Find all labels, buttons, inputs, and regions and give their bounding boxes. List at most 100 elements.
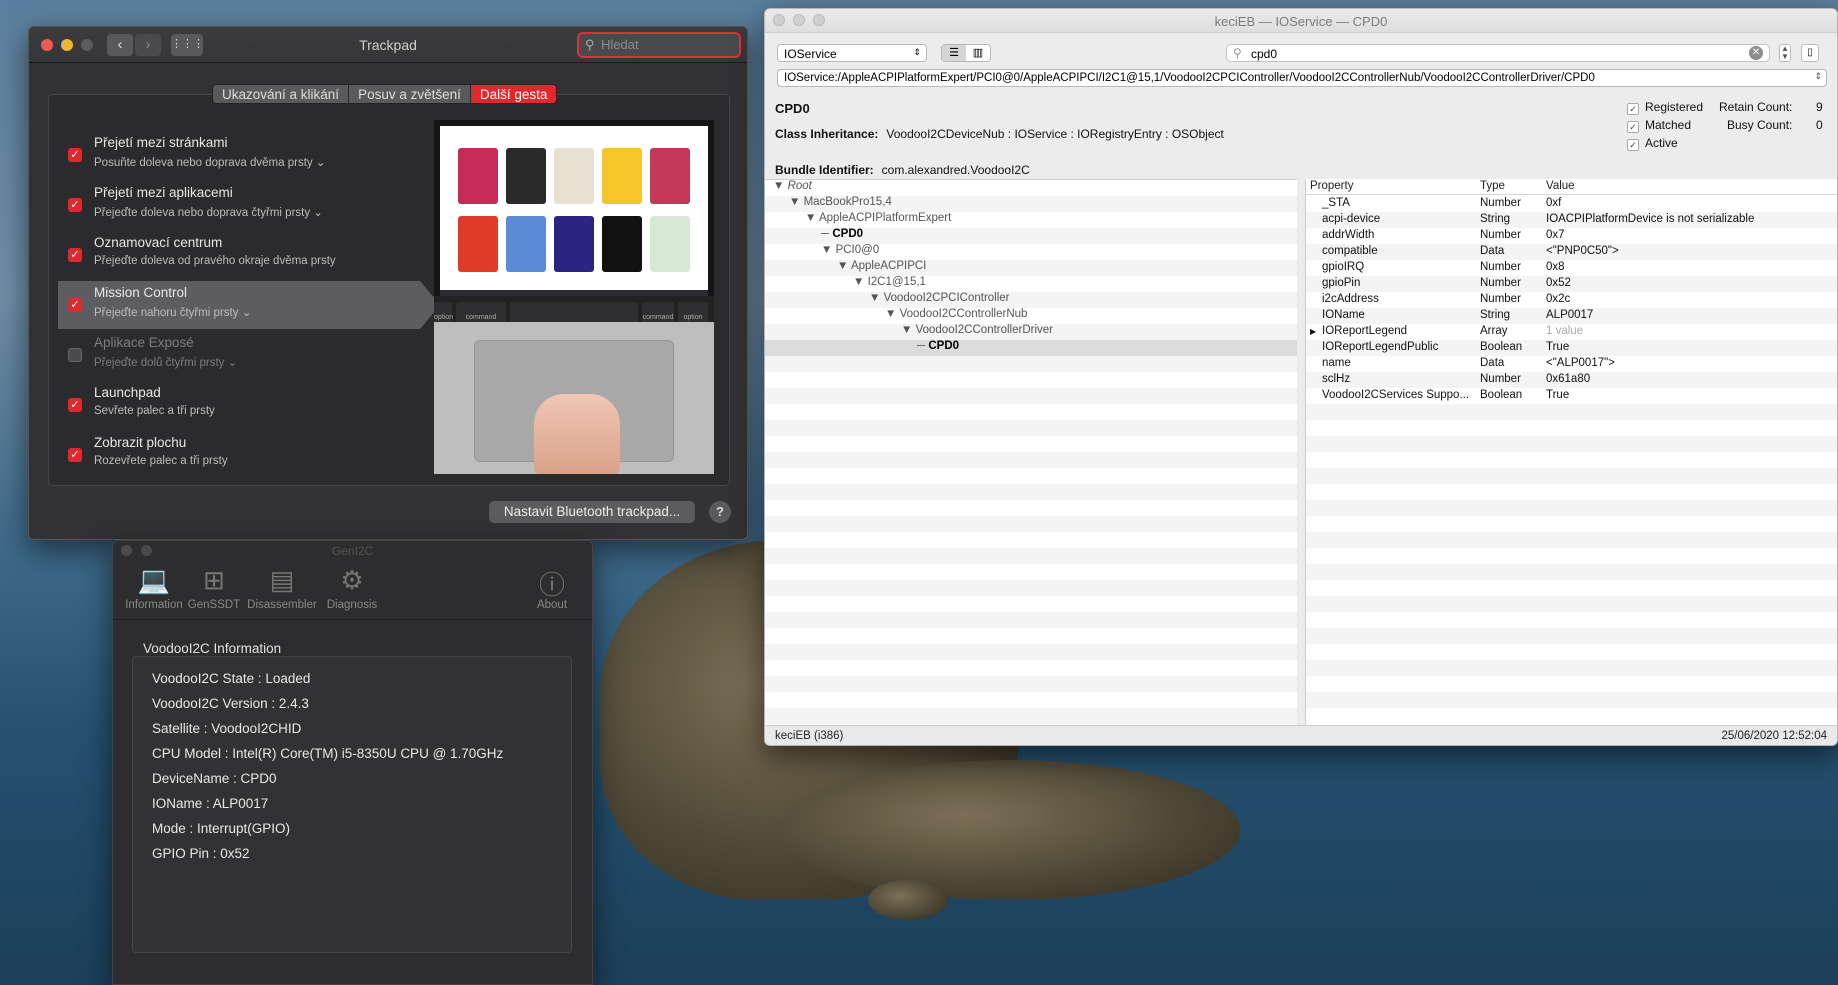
- clear-search-icon[interactable]: ✕: [1749, 46, 1763, 60]
- tree-node[interactable]: ▼ AppleACPIPlatformExpert: [765, 212, 1297, 228]
- empty-row: [1306, 644, 1837, 660]
- search-stepper[interactable]: ▲ ▼: [1779, 44, 1791, 62]
- info-line: Mode : Interrupt(GPIO): [152, 821, 291, 836]
- disclosure-triangle-icon[interactable]: ▼: [765, 292, 884, 304]
- search-field[interactable]: ⚲ Hledat: [577, 32, 741, 58]
- tree-node[interactable]: ─ CPD0: [765, 340, 1297, 356]
- toolbar-about[interactable]: ⓘ About: [517, 565, 587, 611]
- list-view-icon[interactable]: ☰: [942, 45, 966, 61]
- info-line: VoodooI2C State : Loaded: [152, 671, 311, 686]
- ioregistry-window: keciEB — IOService — CPD0 IOService ⇕ ☰ ▥ …: [764, 8, 1838, 746]
- table-row[interactable]: gpioIRQ Number 0x8: [1306, 260, 1837, 276]
- column-header-value[interactable]: Value: [1546, 180, 1575, 192]
- disclosure-triangle-icon[interactable]: ▼: [765, 244, 836, 256]
- flag-matched: ✓ Matched: [1627, 118, 1691, 133]
- table-row[interactable]: IOName String ALP0017: [1306, 308, 1837, 324]
- tree-node[interactable]: ▼ AppleACPIPCI: [765, 260, 1297, 276]
- column-header-property[interactable]: Property: [1310, 180, 1353, 192]
- retain-count-value: 9: [1816, 100, 1823, 114]
- table-row[interactable]: IOReportLegendPublic Boolean True: [1306, 340, 1837, 356]
- checkbox-swipe-pages[interactable]: ✓: [68, 148, 82, 162]
- tree-node[interactable]: ▼ VoodooI2CControllerDriver: [765, 324, 1297, 340]
- table-row[interactable]: addrWidth Number 0x7: [1306, 228, 1837, 244]
- setup-bluetooth-trackpad-button[interactable]: Nastavit Bluetooth trackpad...: [489, 501, 695, 523]
- plane-select[interactable]: IOService ⇕: [777, 44, 927, 62]
- table-row[interactable]: ▶ IOReportLegend Array 1 value: [1306, 324, 1837, 340]
- empty-row: [1306, 660, 1837, 676]
- gesture-item-swipe-pages[interactable]: ✓ Přejetí mezi stránkami Posuňte doleva …: [58, 131, 420, 179]
- tab-scroll-zoom[interactable]: Posuv a zvětšení: [349, 85, 471, 103]
- table-row[interactable]: VoodooI2CServices Suppo... Boolean True: [1306, 388, 1837, 404]
- gesture-item-notification-center[interactable]: ✓ Oznamovací centrum Přejeďte doleva od …: [58, 231, 420, 279]
- gesture-dropdown[interactable]: Přejeďte nahoru čtyřmi prsty ⌄: [94, 305, 251, 319]
- checkbox-notification-center[interactable]: ✓: [68, 248, 82, 262]
- tree-leaf-icon: ─: [917, 340, 929, 352]
- disclosure-triangle-icon[interactable]: ▼: [765, 260, 851, 272]
- tree-node[interactable]: ─ CPD0: [765, 228, 1297, 244]
- tree-node[interactable]: ▼ Root: [765, 180, 1297, 196]
- toolbar-diagnosis[interactable]: ⚙ Diagnosis: [317, 565, 387, 611]
- gesture-dropdown[interactable]: Posuňte doleva nebo doprava dvěma prsty …: [94, 155, 325, 169]
- tree-node[interactable]: ▼ VoodooI2CControllerNub: [765, 308, 1297, 324]
- table-row[interactable]: i2cAddress Number 0x2c: [1306, 292, 1837, 308]
- inspector-toggle-icon[interactable]: ▯: [1801, 44, 1819, 62]
- tree-node[interactable]: ▼ MacBookPro15,4: [765, 196, 1297, 212]
- tree-node[interactable]: ▼ VoodooI2CPCIController: [765, 292, 1297, 308]
- registry-path-field[interactable]: IOService:/AppleACPIPlatformExpert/PCI0@…: [777, 69, 1827, 87]
- checkbox-show-desktop[interactable]: ✓: [68, 448, 82, 462]
- toolbar-genssdt[interactable]: ⊞ GenSSDT: [179, 565, 249, 611]
- table-row[interactable]: _STA Number 0xf: [1306, 196, 1837, 212]
- gesture-item-swipe-apps[interactable]: ✓ Přejetí mezi aplikacemi Přejeďte dolev…: [58, 181, 420, 229]
- tree-empty-row: [765, 356, 1297, 372]
- toolbar-label: About: [536, 599, 568, 611]
- empty-row: [1306, 468, 1837, 484]
- disclosure-triangle-icon[interactable]: ▶: [1310, 327, 1316, 336]
- gesture-title: Launchpad: [94, 385, 161, 400]
- disclosure-triangle-icon[interactable]: ▼: [765, 276, 868, 288]
- tab-more-gestures[interactable]: Další gesta: [470, 85, 557, 103]
- gesture-item-show-desktop[interactable]: ✓ Zobrazit plochu Rozevřete palec a tři …: [58, 431, 420, 479]
- checkbox-mission-control[interactable]: ✓: [68, 298, 82, 312]
- gesture-subtitle: Přejeďte dolů čtyřmi prsty: [94, 357, 225, 369]
- column-view-icon[interactable]: ▥: [966, 45, 990, 61]
- busy-count-label: Busy Count:: [1727, 118, 1793, 132]
- preview-key: option: [434, 302, 453, 324]
- checkbox-launchpad[interactable]: ✓: [68, 398, 82, 412]
- info-line: VoodooI2C Version : 2.4.3: [152, 696, 309, 711]
- disclosure-triangle-icon[interactable]: ▼: [765, 196, 804, 208]
- disclosure-triangle-icon[interactable]: ▼: [765, 212, 819, 224]
- gesture-dropdown[interactable]: Přejeďte dolů čtyřmi prsty ⌄: [94, 355, 237, 369]
- gesture-item-launchpad[interactable]: ✓ Launchpad Sevřete palec a tři prsty: [58, 381, 420, 429]
- table-row[interactable]: sclHz Number 0x61a80: [1306, 372, 1837, 388]
- type-cell: Number: [1480, 197, 1521, 209]
- search-field[interactable]: ⚲ cpd0 ✕: [1226, 44, 1770, 62]
- toolbar-disassembler[interactable]: ▤ Disassembler: [247, 565, 317, 611]
- empty-row: [1306, 436, 1837, 452]
- gesture-subtitle: Přejeďte doleva od pravého okraje dvěma …: [94, 255, 336, 267]
- tree-empty-row: [765, 644, 1297, 660]
- column-header-type[interactable]: Type: [1480, 180, 1505, 192]
- gesture-dropdown[interactable]: Přejeďte doleva nebo doprava čtyřmi prst…: [94, 205, 323, 219]
- tree-node[interactable]: ▼ PCI0@0: [765, 244, 1297, 260]
- table-row[interactable]: compatible Data <"PNP0C50">: [1306, 244, 1837, 260]
- type-cell: Number: [1480, 229, 1521, 241]
- table-row[interactable]: acpi-device String IOACPIPlatformDevice is…: [1306, 212, 1837, 228]
- help-button[interactable]: ?: [709, 501, 731, 523]
- gesture-title: Aplikace Exposé: [94, 335, 194, 350]
- table-row[interactable]: gpioPin Number 0x52: [1306, 276, 1837, 292]
- chevron-down-icon: ⌄: [313, 207, 323, 219]
- disclosure-triangle-icon[interactable]: ▼: [765, 180, 788, 192]
- gesture-item-app-expose[interactable]: ✓ Aplikace Exposé Přejeďte dolů čtyřmi p…: [58, 331, 420, 379]
- type-cell: Number: [1480, 373, 1521, 385]
- disclosure-triangle-icon[interactable]: ▼: [765, 324, 916, 336]
- tree-node[interactable]: ▼ I2C1@15,1: [765, 276, 1297, 292]
- gesture-item-mission-control[interactable]: ✓ Mission Control Přejeďte nahoru čtyřmi…: [58, 281, 440, 329]
- disclosure-triangle-icon[interactable]: ▼: [765, 308, 900, 320]
- tab-pointing-clicking[interactable]: Ukazování a klikání: [213, 85, 350, 103]
- checkbox-app-expose[interactable]: ✓: [68, 348, 82, 362]
- checkbox-swipe-apps[interactable]: ✓: [68, 198, 82, 212]
- empty-row: [1306, 484, 1837, 500]
- table-row[interactable]: name Data <"ALP0017">: [1306, 356, 1837, 372]
- empty-row: [1306, 452, 1837, 468]
- type-cell: Number: [1480, 293, 1521, 305]
